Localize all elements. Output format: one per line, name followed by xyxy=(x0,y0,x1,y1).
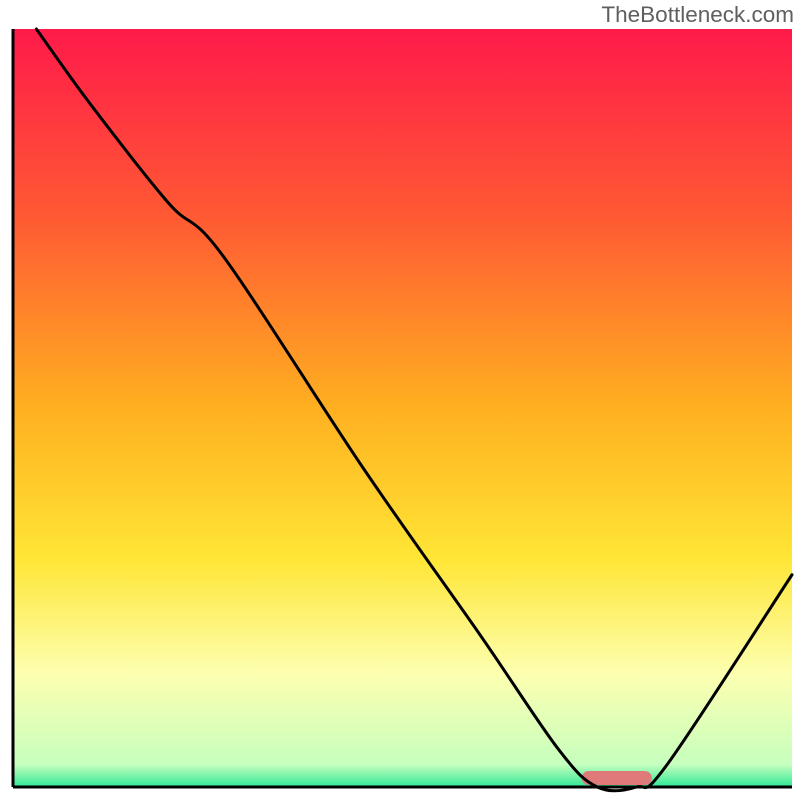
chart-container: TheBottleneck.com xyxy=(0,0,800,800)
bottleneck-chart xyxy=(0,0,800,800)
gradient-background xyxy=(13,29,792,787)
